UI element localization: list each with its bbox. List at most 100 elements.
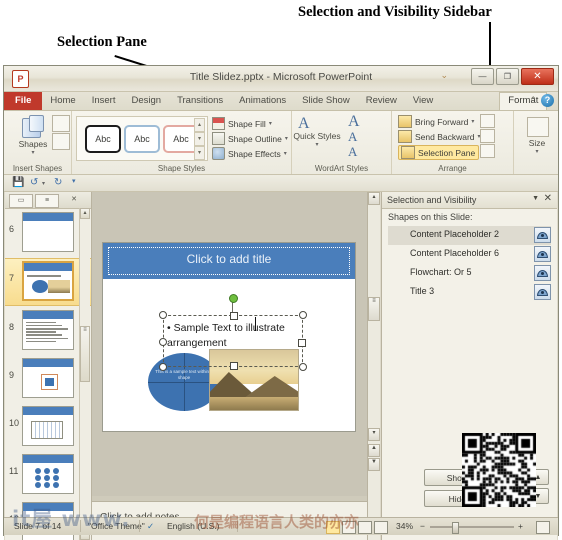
send-backward-button[interactable]: Send Backward▾ (398, 130, 481, 143)
next-slide-button[interactable]: ▼ (368, 458, 380, 471)
visibility-toggle-eye-icon[interactable] (534, 246, 551, 262)
edit-shape-icon[interactable] (52, 115, 70, 132)
language[interactable]: English (U.S.) (167, 521, 219, 531)
qat-overflow-icon[interactable]: ⌄ (440, 70, 448, 81)
resize-handle-bl[interactable] (159, 363, 167, 371)
view-normal-button[interactable] (326, 521, 340, 534)
visibility-toggle-eye-icon[interactable] (534, 265, 551, 281)
gallery-scroll-down[interactable]: ▾ (194, 132, 205, 146)
slide-area-scrollbar[interactable]: ▴ ≡ ▾ ▲ ▼ (367, 192, 380, 540)
theme-name[interactable]: "Office Theme" (88, 521, 145, 531)
shape-list-item[interactable]: Content Placeholder 2 (388, 226, 551, 245)
screenshot-root: Selection and Visibility Sidebar Selecti… (0, 0, 562, 540)
shape-list[interactable]: Content Placeholder 2 Content Placeholder… (388, 226, 551, 302)
zoom-slider-thumb[interactable] (452, 522, 459, 534)
maximize-button[interactable]: ❐ (496, 68, 519, 85)
thumbnail-number: 11 (9, 466, 19, 476)
shapes-button[interactable]: Shapes ▾ (10, 115, 56, 156)
ribbon-tabs: File Home Insert Design Transitions Animation… (4, 92, 548, 110)
gallery-scroll-up[interactable]: ▴ (194, 118, 205, 132)
tab-insert[interactable]: Insert (84, 93, 124, 110)
close-button[interactable]: ✕ (521, 68, 554, 85)
size-icon[interactable] (527, 117, 549, 137)
shape-list-item[interactable]: Title 3 (388, 283, 551, 302)
visibility-toggle-eye-icon[interactable] (534, 284, 551, 300)
shape-fill-button[interactable]: Shape Fill ▾ (212, 117, 272, 130)
customize-qat-icon[interactable]: ▾ (72, 177, 76, 185)
tab-slide-show[interactable]: Slide Show (294, 93, 358, 110)
resize-handle-br[interactable] (299, 363, 307, 371)
pane-close-icon[interactable]: ✕ (544, 193, 552, 204)
align-icon[interactable] (480, 114, 495, 128)
fit-to-window-button[interactable] (536, 521, 550, 534)
resize-handle-mr[interactable] (298, 339, 306, 347)
text-box-icon[interactable] (52, 133, 70, 150)
collapse-ribbon-icon[interactable]: ⌃ (529, 95, 537, 106)
tab-animations[interactable]: Animations (231, 93, 294, 110)
view-slide-sorter-button[interactable] (342, 521, 356, 534)
shape-outline-button[interactable]: Shape Outline ▾ (212, 132, 288, 145)
thumbnail-preview (22, 454, 74, 494)
quick-styles-button[interactable]: Quick Styles ▾ (290, 131, 344, 149)
tab-design[interactable]: Design (123, 93, 169, 110)
resize-handle-bc[interactable] (230, 362, 238, 370)
slide-canvas[interactable]: Click to add title This is a sample text… (102, 242, 356, 432)
selection-pane-button[interactable]: Selection Pane (398, 145, 480, 160)
title-placeholder[interactable]: Click to add title (103, 243, 355, 279)
shapes-icon (20, 115, 46, 139)
bring-forward-button[interactable]: Bring Forward ▾ (398, 115, 474, 128)
thumbnail-preview (22, 212, 74, 252)
window-controls: — ❐ ✕ (471, 68, 554, 85)
view-slideshow-button[interactable] (374, 521, 388, 534)
zoom-in-button[interactable]: + (518, 521, 523, 531)
close-thumbnail-panel[interactable]: ✕ (63, 194, 85, 206)
save-icon[interactable]: 💾 (12, 177, 24, 188)
rotate-icon[interactable] (480, 144, 495, 158)
ribbon-group-insert-shapes: Shapes ▾ Insert Shapes (4, 111, 72, 174)
tab-file[interactable]: File (4, 92, 43, 110)
shape-list-item[interactable]: Flowchart: Or 5 (388, 264, 551, 283)
tab-view[interactable]: View (405, 93, 441, 110)
gallery-more[interactable]: ▾ (194, 146, 205, 160)
view-reading-button[interactable] (358, 521, 372, 534)
tab-outline[interactable]: ≡ (35, 194, 59, 208)
shape-effects-button[interactable]: Shape Effects ▾ (212, 147, 287, 160)
group-icon[interactable] (480, 129, 495, 143)
resize-handle-tr[interactable] (299, 311, 307, 319)
send-backward-label: Send Backward (415, 131, 475, 142)
resize-handle-ml[interactable] (159, 338, 167, 346)
tab-slides[interactable]: ▭ (9, 194, 33, 208)
visibility-toggle-eye-icon[interactable] (534, 227, 551, 243)
undo-dropdown-icon[interactable]: ▾ (42, 180, 45, 187)
pane-menu-icon[interactable]: ▼ (532, 195, 539, 202)
minimize-button[interactable]: — (471, 68, 494, 85)
shape-styles-gallery[interactable]: Abc Abc Abc ▴ ▾ ▾ (76, 116, 208, 161)
content-placeholder-selected[interactable]: • Sample Text to illustrate arrangement (159, 294, 307, 371)
thumbnail-scroll-thumb[interactable]: ≡ (80, 326, 90, 382)
shape-list-item[interactable]: Content Placeholder 6 (388, 245, 551, 264)
thumbnail-scroll-up[interactable]: ▴ (80, 208, 90, 219)
thumbnail-scrollbar[interactable]: ▴ ≡ ▾ (79, 208, 90, 540)
slide-scroll-down[interactable]: ▾ (368, 428, 380, 441)
previous-slide-button[interactable]: ▲ (368, 444, 380, 457)
redo-icon[interactable]: ↻ (54, 177, 62, 188)
text-outline-icon[interactable]: A (348, 129, 357, 145)
slide-scroll-up[interactable]: ▴ (368, 192, 380, 205)
tab-transitions[interactable]: Transitions (169, 93, 231, 110)
shape-style-2[interactable]: Abc (124, 125, 160, 153)
spellcheck-icon[interactable]: ✓ (147, 521, 154, 532)
resize-handle-tc[interactable] (230, 312, 238, 320)
tab-home[interactable]: Home (42, 93, 83, 110)
help-icon[interactable]: ? (541, 94, 554, 107)
text-effects-icon[interactable]: A (348, 144, 357, 160)
shape-style-1[interactable]: Abc (85, 125, 121, 153)
shape-effects-icon (212, 147, 225, 160)
resize-handle-tl[interactable] (159, 311, 167, 319)
body-text-content: Sample Text to illustrate arrangement (167, 322, 285, 349)
rotation-handle[interactable] (229, 294, 238, 303)
slide-scroll-thumb[interactable]: ≡ (368, 297, 380, 321)
undo-icon[interactable]: ↺ (30, 177, 38, 188)
tab-review[interactable]: Review (358, 93, 405, 110)
zoom-slider-track[interactable] (430, 526, 514, 528)
zoom-out-button[interactable]: − (420, 521, 425, 531)
